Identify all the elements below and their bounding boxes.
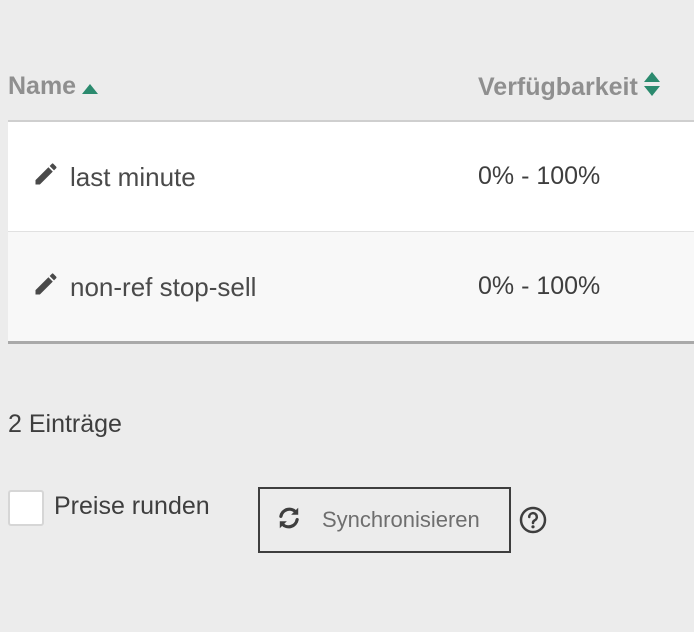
refresh-icon xyxy=(276,505,302,536)
sort-icon xyxy=(643,72,660,103)
synchronize-button[interactable]: Synchronisieren xyxy=(258,487,511,553)
availability-value: 0% - 100% xyxy=(478,272,601,300)
sort-up-icon xyxy=(82,72,99,101)
table-header: Name Verfügbarkeit xyxy=(8,54,694,122)
column-header-name[interactable]: Name xyxy=(8,72,99,101)
column-header-name-label: Name xyxy=(8,72,77,100)
edit-rate-plan-link[interactable]: last minute xyxy=(32,160,196,195)
round-prices-checkbox[interactable] xyxy=(8,490,44,526)
round-prices-control: Preise runden xyxy=(8,490,210,526)
column-header-availability-label: Verfügbarkeit xyxy=(478,73,638,101)
entries-count: 2 Einträge xyxy=(8,410,122,438)
rate-plan-name: non-ref stop-sell xyxy=(70,272,257,302)
column-header-availability[interactable]: Verfügbarkeit xyxy=(478,72,660,103)
table-row: last minute 0% - 100% xyxy=(8,122,694,232)
rate-plan-name: last minute xyxy=(70,162,196,192)
table-row: non-ref stop-sell 0% - 100% xyxy=(8,232,694,344)
pencil-icon xyxy=(32,160,70,195)
question-circle-icon[interactable] xyxy=(519,506,547,534)
synchronize-label: Synchronisieren xyxy=(322,507,480,532)
availability-value: 0% - 100% xyxy=(478,162,601,190)
round-prices-label[interactable]: Preise runden xyxy=(54,492,210,521)
edit-rate-plan-link[interactable]: non-ref stop-sell xyxy=(32,270,256,305)
pencil-icon xyxy=(32,270,70,305)
rate-plans-table: Name Verfügbarkeit last minute 0% - 100%… xyxy=(8,54,694,344)
